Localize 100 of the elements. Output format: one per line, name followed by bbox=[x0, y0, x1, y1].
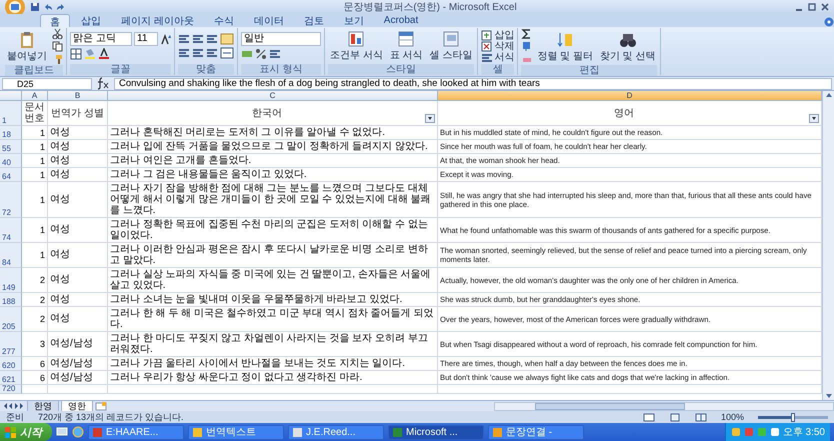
font-dropdown[interactable]: 맑은 고딕 bbox=[70, 32, 132, 46]
taskbar-item[interactable]: 번역텍스트 bbox=[188, 424, 284, 440]
font-size-dropdown[interactable]: 11 bbox=[134, 32, 158, 46]
sum-icon[interactable] bbox=[521, 28, 532, 39]
taskbar-item[interactable]: Microsoft ... bbox=[388, 424, 484, 440]
row-header[interactable]: 620 bbox=[0, 357, 22, 371]
table-cell: 2 bbox=[40, 275, 45, 285]
taskbar-item[interactable]: J.E.Reed... bbox=[288, 424, 384, 440]
ribbon-button[interactable]: 셀 스타일 bbox=[428, 30, 474, 62]
new-sheet-icon[interactable] bbox=[95, 402, 107, 410]
row-header[interactable]: 55 bbox=[0, 140, 22, 154]
ribbon-button[interactable]: 서식 bbox=[481, 52, 514, 62]
scissors-icon[interactable] bbox=[52, 28, 63, 39]
row-header[interactable]: 40 bbox=[0, 154, 22, 168]
ribbon-button[interactable]: 표 서식 bbox=[388, 30, 425, 62]
row-header[interactable]: 277 bbox=[0, 332, 22, 357]
ribbon-button[interactable]: 찾기 및 선택 bbox=[598, 30, 658, 62]
desktop-icon[interactable] bbox=[56, 426, 68, 438]
undo-icon[interactable] bbox=[43, 2, 53, 12]
align-icon[interactable] bbox=[178, 47, 190, 59]
page-break-icon[interactable] bbox=[694, 412, 707, 422]
row-header[interactable]: 1 bbox=[0, 101, 22, 126]
row-header[interactable]: 72 bbox=[0, 182, 22, 218]
filter-dropdown-icon[interactable] bbox=[425, 114, 435, 123]
column-header[interactable]: D bbox=[438, 91, 822, 101]
zoom-level[interactable]: 100% bbox=[720, 412, 744, 422]
sheet-tab[interactable]: 영한 bbox=[61, 400, 93, 412]
browser-icon[interactable] bbox=[72, 426, 84, 438]
tray-icon[interactable] bbox=[770, 427, 780, 437]
ribbon-tab[interactable]: 검토 bbox=[294, 14, 333, 27]
ribbon-tab[interactable]: 페이지 레이아웃 bbox=[112, 14, 203, 27]
copy-icon[interactable] bbox=[52, 41, 63, 52]
align-icon[interactable] bbox=[192, 33, 204, 45]
ribbon-tab[interactable]: 수식 bbox=[204, 14, 243, 27]
table-cell: 여성 bbox=[50, 128, 70, 138]
maximize-icon[interactable] bbox=[807, 2, 817, 12]
page-layout-icon[interactable] bbox=[668, 412, 681, 422]
function-icon[interactable] bbox=[96, 77, 110, 90]
font-color-icon[interactable] bbox=[98, 48, 110, 60]
scrollbar-thumb[interactable] bbox=[535, 402, 685, 410]
format-dropdown[interactable]: 일반 bbox=[241, 32, 321, 46]
table-cell: 여성/남성 bbox=[50, 358, 93, 368]
row-header[interactable]: 621 bbox=[0, 371, 22, 385]
empty-cell[interactable] bbox=[108, 385, 438, 394]
row-header[interactable]: 74 bbox=[0, 218, 22, 243]
table-cell: 그러나 입에 잔뜩 거품을 물었으므로 그 말이 정확하게 들려지지 않았다. bbox=[110, 141, 428, 152]
save-icon[interactable] bbox=[30, 2, 40, 12]
empty-cell[interactable] bbox=[438, 385, 822, 394]
help-icon[interactable] bbox=[824, 17, 834, 27]
merge-icon[interactable] bbox=[220, 47, 234, 59]
group-label: 클립보드 bbox=[5, 65, 63, 76]
ribbon-button[interactable]: 조건부 서식 bbox=[328, 30, 385, 62]
sheet-nav-icon[interactable] bbox=[3, 402, 25, 410]
empty-cell[interactable] bbox=[48, 385, 108, 394]
column-header[interactable]: C bbox=[108, 91, 438, 101]
column-header[interactable]: A bbox=[22, 91, 48, 101]
ribbon-tab[interactable]: 보기 bbox=[334, 14, 373, 27]
group-label: 스타일 bbox=[328, 64, 474, 75]
table-cell: 1 bbox=[40, 156, 45, 166]
slider-thumb[interactable] bbox=[791, 412, 795, 422]
fill-color-icon[interactable] bbox=[84, 48, 96, 60]
ribbon-tab[interactable]: 홈 bbox=[40, 14, 70, 27]
align-icon[interactable] bbox=[178, 33, 190, 45]
row-header[interactable]: 18 bbox=[0, 126, 22, 140]
align-icon[interactable] bbox=[206, 33, 218, 45]
group-label: 편집 bbox=[521, 65, 658, 76]
align-icon[interactable] bbox=[206, 47, 218, 59]
row-header[interactable]: 149 bbox=[0, 268, 22, 293]
ribbon-button[interactable]: 삭제 bbox=[481, 40, 514, 52]
percent-icon[interactable] bbox=[255, 48, 267, 60]
grow-font-icon[interactable] bbox=[160, 34, 171, 44]
column-header[interactable]: B bbox=[48, 91, 108, 101]
taskbar-item[interactable]: 문장연결 - bbox=[488, 424, 584, 440]
table-cell: 여성 bbox=[50, 275, 70, 285]
row-header[interactable]: 84 bbox=[0, 243, 22, 268]
table-cell: 1 bbox=[40, 250, 45, 260]
paste-button[interactable]: 붙여넣기 bbox=[5, 30, 49, 62]
ribbon-button[interactable]: 정렬 및 필터 bbox=[535, 30, 595, 62]
wrap-text-icon[interactable] bbox=[220, 33, 234, 45]
row-header[interactable]: 64 bbox=[0, 168, 22, 182]
sheet-tab[interactable]: 한영 bbox=[27, 400, 59, 412]
table-cell: 1 bbox=[40, 194, 45, 204]
row-header[interactable]: 720 bbox=[0, 385, 22, 394]
ribbon-tab[interactable]: 삽입 bbox=[72, 14, 110, 27]
row-header[interactable]: 205 bbox=[0, 307, 22, 332]
ribbon-button[interactable]: 삽입 bbox=[481, 30, 514, 40]
redo-icon[interactable] bbox=[56, 2, 66, 12]
normal-view-icon[interactable] bbox=[642, 412, 655, 422]
name-box[interactable]: D25 bbox=[2, 78, 92, 90]
ribbon-tab[interactable]: Acrobat bbox=[374, 14, 428, 27]
table-cell: 여성 bbox=[50, 194, 70, 204]
formula-field[interactable]: Convulsing and shaking like the flesh of a dog being strangled to death, she looked at him with tears bbox=[114, 78, 832, 90]
border-icon[interactable] bbox=[70, 48, 82, 60]
ribbon-tab[interactable]: 데이터 bbox=[244, 14, 293, 27]
align-icon[interactable] bbox=[192, 47, 204, 59]
table-cell: 여성 bbox=[50, 250, 70, 260]
taskbar-item[interactable]: E:HAARE... bbox=[88, 424, 184, 440]
filter-dropdown-icon[interactable] bbox=[809, 114, 819, 123]
row-header[interactable]: 188 bbox=[0, 293, 22, 307]
close-icon[interactable] bbox=[820, 2, 830, 12]
